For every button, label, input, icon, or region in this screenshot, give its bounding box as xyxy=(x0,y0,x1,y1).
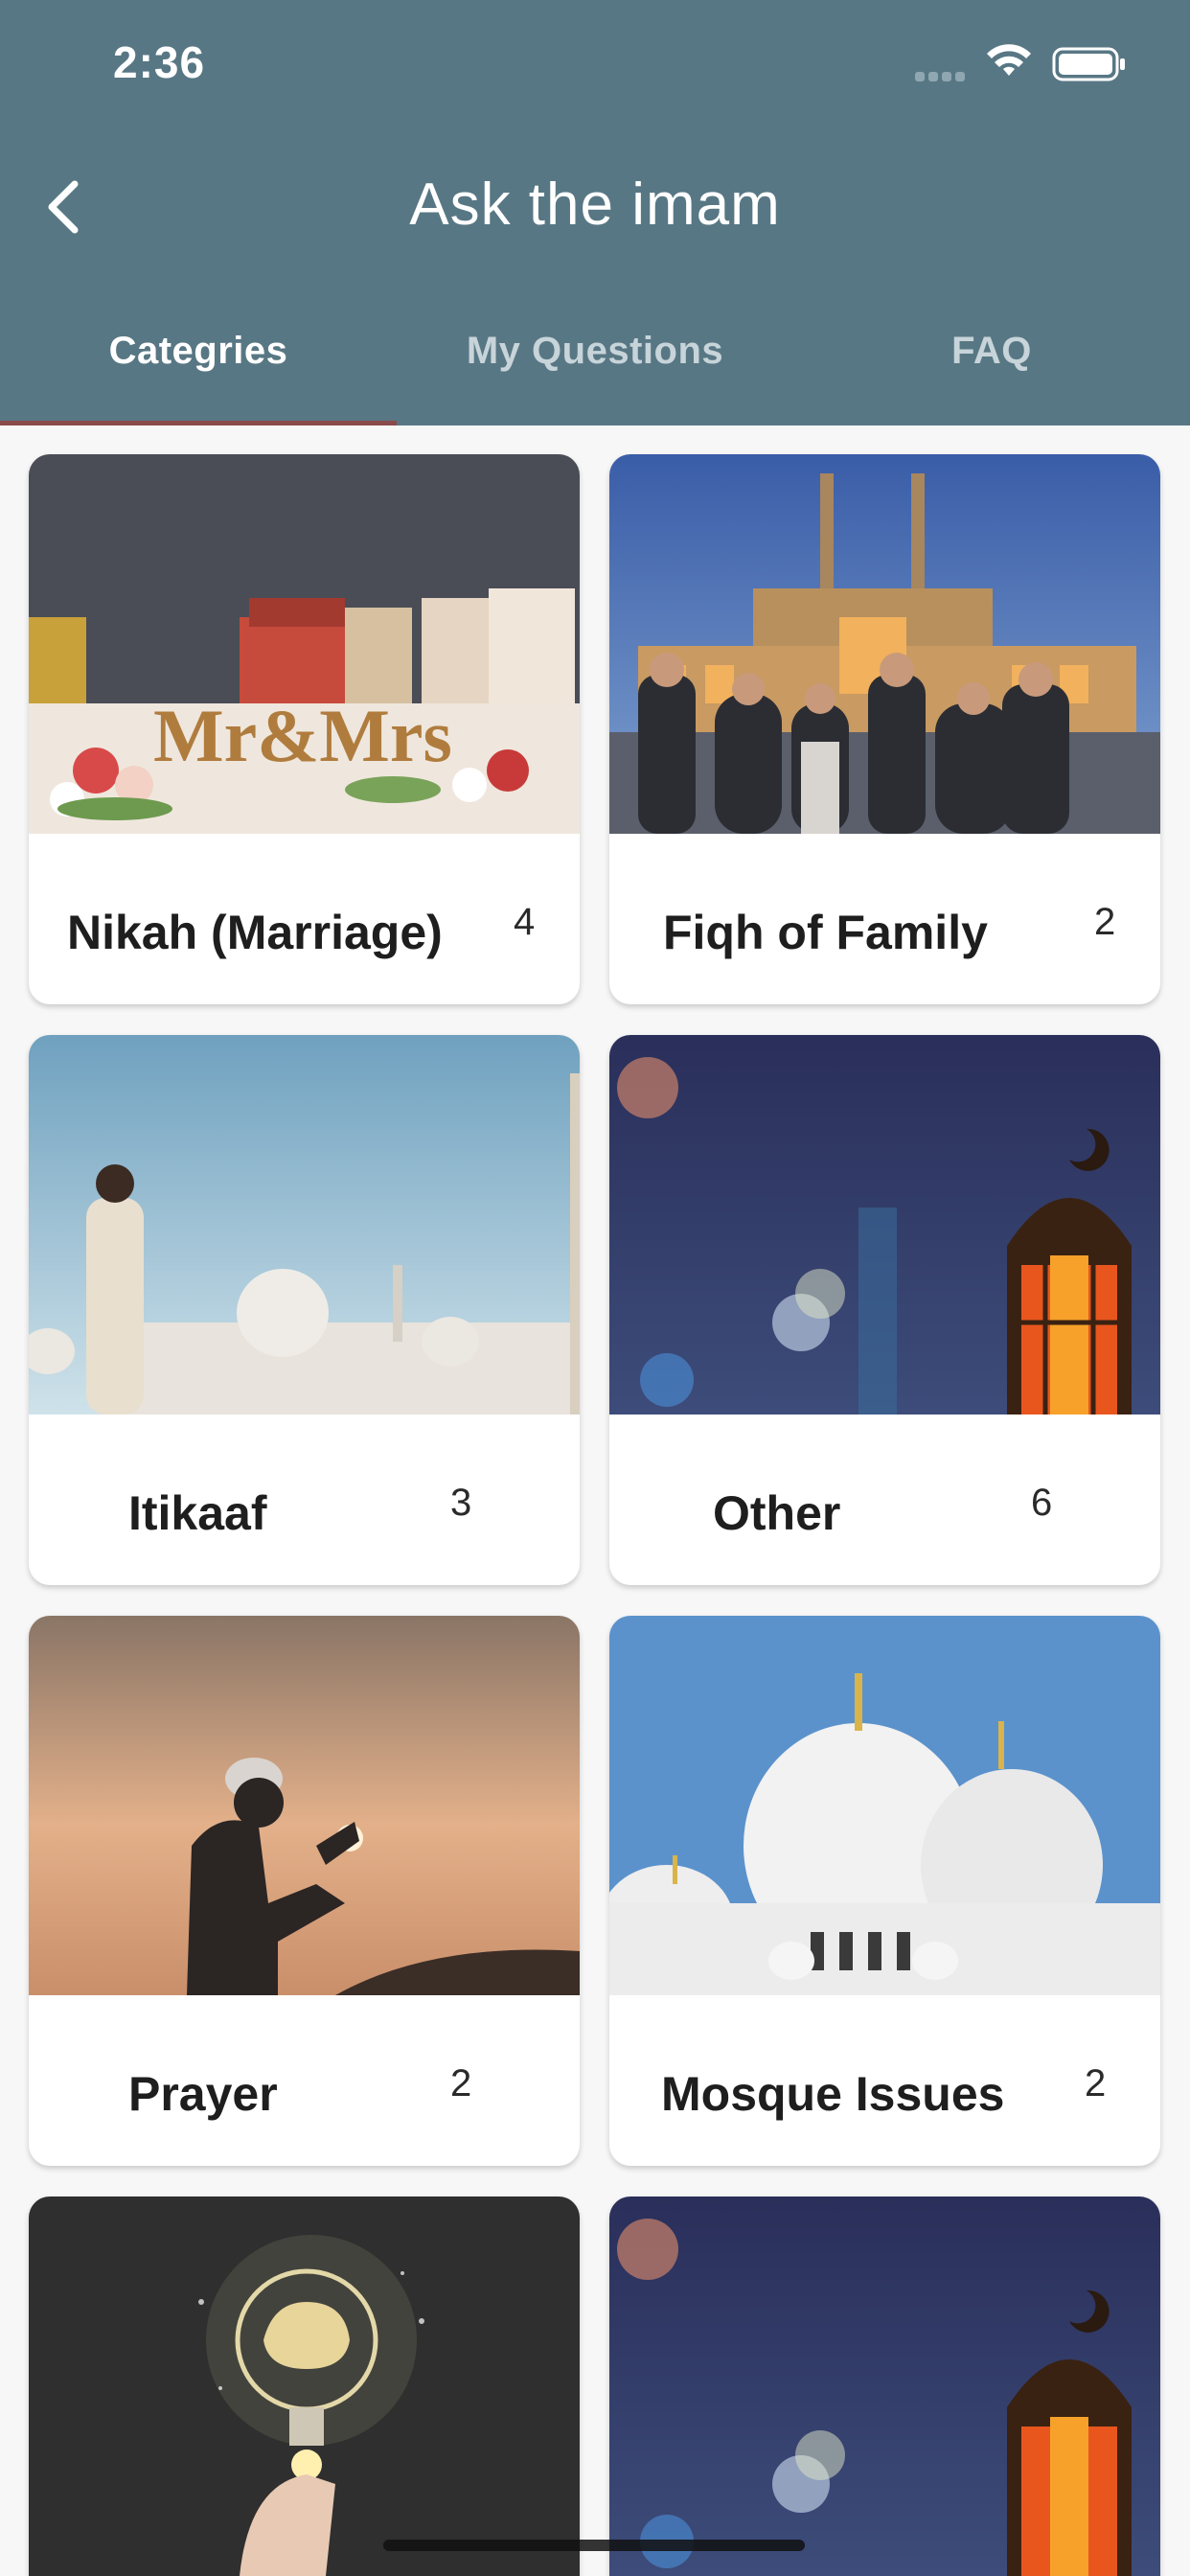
category-card-mosque-issues[interactable]: Mosque Issues 2 xyxy=(609,1616,1160,2166)
category-image-man-at-mosque xyxy=(29,1035,580,1414)
wifi-icon xyxy=(985,43,1033,80)
battery-icon xyxy=(1052,46,1127,82)
category-card-lantern[interactable] xyxy=(609,2196,1160,2576)
tab-faq[interactable]: FAQ xyxy=(793,316,1190,426)
category-image-lightbulb-brain xyxy=(29,2196,580,2576)
category-image-wedding: Mr&Mrs xyxy=(29,454,580,834)
category-name: Fiqh of Family xyxy=(663,906,988,959)
category-image-lantern xyxy=(609,1035,1160,1414)
category-card-other[interactable]: Other 6 xyxy=(609,1035,1160,1585)
category-count: 2 xyxy=(1094,901,1116,943)
category-image-family xyxy=(609,454,1160,834)
category-card-nikah[interactable]: Mr&Mrs Nikah (Marriage) 4 xyxy=(29,454,580,1004)
category-image-man-praying xyxy=(29,1616,580,1995)
category-count: 6 xyxy=(1031,1482,1053,1524)
category-name: Nikah (Marriage) xyxy=(67,906,443,959)
tab-bar: Categries My Questions FAQ xyxy=(0,316,1190,426)
category-card-itikaaf[interactable]: Itikaaf 3 xyxy=(29,1035,580,1585)
category-name: Itikaaf xyxy=(128,1486,267,1540)
home-indicator xyxy=(383,2540,805,2551)
category-count: 2 xyxy=(450,2062,472,2104)
category-name: Other xyxy=(713,1486,841,1540)
tab-my-questions[interactable]: My Questions xyxy=(397,316,793,426)
page-title: Ask the imam xyxy=(409,172,781,238)
category-image-mosque-domes xyxy=(609,1616,1160,1995)
category-card-lightbulb[interactable] xyxy=(29,2196,580,2576)
category-count: 2 xyxy=(1085,2062,1107,2104)
status-bar: 2:36 xyxy=(0,0,1190,134)
category-name: Mosque Issues xyxy=(661,2067,1005,2121)
category-name: Prayer xyxy=(128,2067,278,2121)
signal-icon xyxy=(915,69,971,81)
category-grid: Mr&Mrs Nikah (Marriage) 4 Fiqh of Family… xyxy=(0,426,1190,2576)
category-image-lantern xyxy=(609,2196,1160,2576)
category-card-fiqh-of-family[interactable]: Fiqh of Family 2 xyxy=(609,454,1160,1004)
category-card-prayer[interactable]: Prayer 2 xyxy=(29,1616,580,2166)
category-count: 3 xyxy=(450,1482,472,1524)
tab-categories[interactable]: Categries xyxy=(0,316,397,426)
status-time: 2:36 xyxy=(113,37,206,87)
category-count: 4 xyxy=(514,901,536,943)
app-bar: 2:36 Ask the imam Categries My Questions… xyxy=(0,0,1190,426)
svg-text:Mr&Mrs: Mr&Mrs xyxy=(153,694,452,777)
